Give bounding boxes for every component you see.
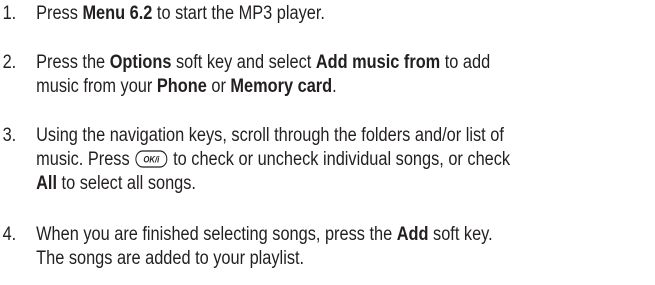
- step-text: When you are finished selecting songs, p…: [36, 224, 493, 269]
- menu-6-2-term: Menu 6.2: [82, 3, 153, 24]
- step-number: 1.: [2, 3, 17, 24]
- step-text: Using the navigation keys, scroll throug…: [36, 125, 511, 194]
- all-term: All: [36, 173, 58, 194]
- step-number: 4.: [2, 224, 17, 245]
- add-term: Add: [396, 224, 429, 245]
- step-text: Press the Options soft key and select Ad…: [36, 52, 491, 97]
- ok-key-icon: OK/i: [135, 150, 168, 168]
- step-number: 2.: [2, 52, 17, 73]
- add-music-from-term: Add music from: [315, 52, 441, 73]
- step-text: Press Menu 6.2 to start the MP3 player.: [36, 3, 325, 24]
- memory-card-term: Memory card: [230, 76, 333, 97]
- options-term: Options: [109, 52, 172, 73]
- ok-key-label: OK/i: [143, 154, 159, 165]
- phone-term: Phone: [156, 76, 207, 97]
- step-number: 3.: [2, 125, 17, 146]
